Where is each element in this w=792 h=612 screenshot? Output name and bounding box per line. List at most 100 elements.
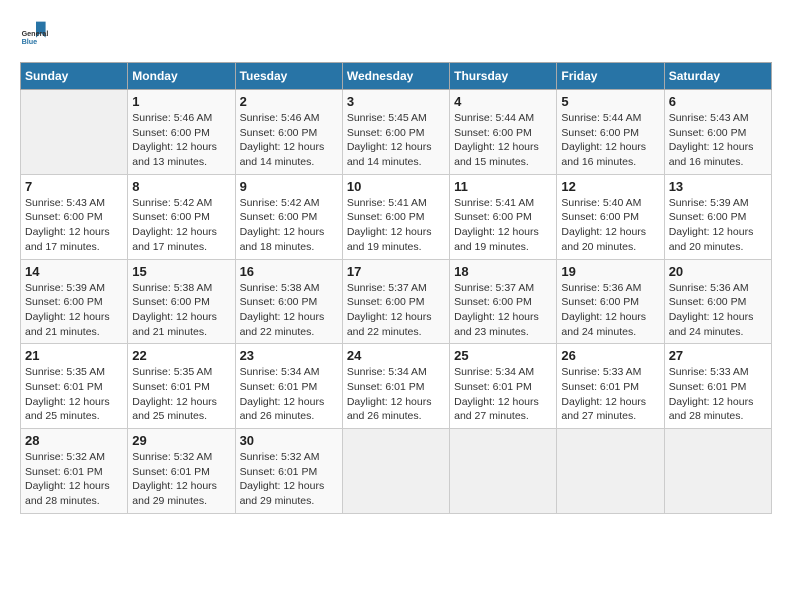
calendar-cell: 7Sunrise: 5:43 AM Sunset: 6:00 PM Daylig… [21,174,128,259]
day-info: Sunrise: 5:39 AM Sunset: 6:00 PM Dayligh… [25,281,123,340]
day-info: Sunrise: 5:46 AM Sunset: 6:00 PM Dayligh… [240,111,338,170]
calendar-cell: 23 Sunrise: 5:34 AM Sunset: 6:01 PM Dayli… [235,344,342,429]
day-info: Sunrise: 5:32 AM Sunset: 6:01 PM Dayligh… [240,450,338,509]
calendar-cell: 1 Sunrise: 5:46 AM Sunset: 6:00 PM Daylig… [128,90,235,175]
calendar-cell: 22 Sunrise: 5:35 AM Sunset: 6:01 PM Dayli… [128,344,235,429]
day-number: 20 [669,264,767,279]
day-number: 12 [561,179,659,194]
day-number: 9 [240,179,338,194]
calendar-table: SundayMondayTuesdayWednesdayThursdayFrid… [20,62,772,514]
calendar-cell: 4 Sunrise: 5:44 AM Sunset: 6:00 PM Daylig… [450,90,557,175]
logo-icon: GeneralBlue [20,20,52,52]
day-number: 22 [132,348,230,363]
day-info: Sunrise: 5:40 AM Sunset: 6:00 PM Dayligh… [561,196,659,255]
calendar-cell [557,429,664,514]
day-number: 14 [25,264,123,279]
calendar-cell: 30 Sunrise: 5:32 AM Sunset: 6:01 PM Dayli… [235,429,342,514]
day-number: 27 [669,348,767,363]
calendar-cell: 6Sunrise: 5:43 AM Sunset: 6:00 PM Daylig… [664,90,771,175]
day-info: Sunrise: 5:36 AM Sunset: 6:00 PM Dayligh… [669,281,767,340]
day-info: Sunrise: 5:35 AM Sunset: 6:01 PM Dayligh… [132,365,230,424]
day-number: 16 [240,264,338,279]
day-info: Sunrise: 5:38 AM Sunset: 6:00 PM Dayligh… [132,281,230,340]
day-number: 29 [132,433,230,448]
calendar-cell: 15 Sunrise: 5:38 AM Sunset: 6:00 PM Dayli… [128,259,235,344]
calendar-cell [342,429,449,514]
calendar-cell: 13 Sunrise: 5:39 AM Sunset: 6:00 PM Dayli… [664,174,771,259]
day-number: 26 [561,348,659,363]
calendar-cell: 12 Sunrise: 5:40 AM Sunset: 6:00 PM Dayli… [557,174,664,259]
calendar-cell: 17 Sunrise: 5:37 AM Sunset: 6:00 PM Dayli… [342,259,449,344]
svg-text:Blue: Blue [22,37,38,46]
day-number: 24 [347,348,445,363]
calendar-cell: 10 Sunrise: 5:41 AM Sunset: 6:00 PM Dayli… [342,174,449,259]
day-number: 30 [240,433,338,448]
day-header-thursday: Thursday [450,63,557,90]
day-number: 15 [132,264,230,279]
day-number: 4 [454,94,552,109]
day-number: 1 [132,94,230,109]
calendar-cell: 5 Sunrise: 5:44 AM Sunset: 6:00 PM Daylig… [557,90,664,175]
day-number: 25 [454,348,552,363]
logo: GeneralBlue [20,20,52,52]
calendar-cell: 25Sunrise: 5:34 AM Sunset: 6:01 PM Dayli… [450,344,557,429]
day-info: Sunrise: 5:43 AM Sunset: 6:00 PM Dayligh… [669,111,767,170]
day-number: 13 [669,179,767,194]
day-info: Sunrise: 5:34 AM Sunset: 6:01 PM Dayligh… [347,365,445,424]
page-header: GeneralBlue [20,20,772,52]
calendar-cell: 11 Sunrise: 5:41 AM Sunset: 6:00 PM Dayli… [450,174,557,259]
day-info: Sunrise: 5:32 AM Sunset: 6:01 PM Dayligh… [25,450,123,509]
day-header-wednesday: Wednesday [342,63,449,90]
day-number: 11 [454,179,552,194]
day-info: Sunrise: 5:41 AM Sunset: 6:00 PM Dayligh… [454,196,552,255]
day-info: Sunrise: 5:36 AM Sunset: 6:00 PM Dayligh… [561,281,659,340]
calendar-cell: 26 Sunrise: 5:33 AM Sunset: 6:01 PM Dayli… [557,344,664,429]
calendar-cell: 14 Sunrise: 5:39 AM Sunset: 6:00 PM Dayli… [21,259,128,344]
day-info: Sunrise: 5:45 AM Sunset: 6:00 PM Dayligh… [347,111,445,170]
day-number: 18 [454,264,552,279]
day-number: 17 [347,264,445,279]
day-info: Sunrise: 5:32 AM Sunset: 6:01 PM Dayligh… [132,450,230,509]
calendar-cell: 28 Sunrise: 5:32 AM Sunset: 6:01 PM Dayli… [21,429,128,514]
day-number: 3 [347,94,445,109]
calendar-cell: 20 Sunrise: 5:36 AM Sunset: 6:00 PM Dayli… [664,259,771,344]
day-number: 2 [240,94,338,109]
day-info: Sunrise: 5:38 AM Sunset: 6:00 PM Dayligh… [240,281,338,340]
calendar-week-row: 14 Sunrise: 5:39 AM Sunset: 6:00 PM Dayli… [21,259,772,344]
calendar-week-row: 28 Sunrise: 5:32 AM Sunset: 6:01 PM Dayli… [21,429,772,514]
calendar-week-row: 21 Sunrise: 5:35 AM Sunset: 6:01 PM Dayli… [21,344,772,429]
day-info: Sunrise: 5:34 AM Sunset: 6:01 PM Dayligh… [240,365,338,424]
calendar-cell: 16 Sunrise: 5:38 AM Sunset: 6:00 PM Dayli… [235,259,342,344]
day-number: 21 [25,348,123,363]
calendar-cell [21,90,128,175]
day-header-sunday: Sunday [21,63,128,90]
calendar-cell: 27 Sunrise: 5:33 AM Sunset: 6:01 PM Dayli… [664,344,771,429]
day-info: Sunrise: 5:41 AM Sunset: 6:00 PM Dayligh… [347,196,445,255]
calendar-cell: 8Sunrise: 5:42 AM Sunset: 6:00 PM Daylig… [128,174,235,259]
day-info: Sunrise: 5:44 AM Sunset: 6:00 PM Dayligh… [561,111,659,170]
day-number: 10 [347,179,445,194]
day-number: 19 [561,264,659,279]
calendar-cell: 2 Sunrise: 5:46 AM Sunset: 6:00 PM Daylig… [235,90,342,175]
day-info: Sunrise: 5:39 AM Sunset: 6:00 PM Dayligh… [669,196,767,255]
day-info: Sunrise: 5:33 AM Sunset: 6:01 PM Dayligh… [669,365,767,424]
day-number: 5 [561,94,659,109]
day-header-tuesday: Tuesday [235,63,342,90]
day-info: Sunrise: 5:42 AM Sunset: 6:00 PM Dayligh… [132,196,230,255]
day-info: Sunrise: 5:46 AM Sunset: 6:00 PM Dayligh… [132,111,230,170]
day-number: 23 [240,348,338,363]
calendar-cell: 18 Sunrise: 5:37 AM Sunset: 6:00 PM Dayli… [450,259,557,344]
day-number: 28 [25,433,123,448]
day-info: Sunrise: 5:43 AM Sunset: 6:00 PM Dayligh… [25,196,123,255]
calendar-cell: 3 Sunrise: 5:45 AM Sunset: 6:00 PM Daylig… [342,90,449,175]
day-info: Sunrise: 5:35 AM Sunset: 6:01 PM Dayligh… [25,365,123,424]
calendar-cell: 29 Sunrise: 5:32 AM Sunset: 6:01 PM Dayli… [128,429,235,514]
day-info: Sunrise: 5:37 AM Sunset: 6:00 PM Dayligh… [347,281,445,340]
calendar-week-row: 7Sunrise: 5:43 AM Sunset: 6:00 PM Daylig… [21,174,772,259]
day-info: Sunrise: 5:37 AM Sunset: 6:00 PM Dayligh… [454,281,552,340]
day-info: Sunrise: 5:33 AM Sunset: 6:01 PM Dayligh… [561,365,659,424]
calendar-week-row: 1 Sunrise: 5:46 AM Sunset: 6:00 PM Daylig… [21,90,772,175]
calendar-cell: 9Sunrise: 5:42 AM Sunset: 6:00 PM Daylig… [235,174,342,259]
calendar-cell [450,429,557,514]
day-info: Sunrise: 5:44 AM Sunset: 6:00 PM Dayligh… [454,111,552,170]
